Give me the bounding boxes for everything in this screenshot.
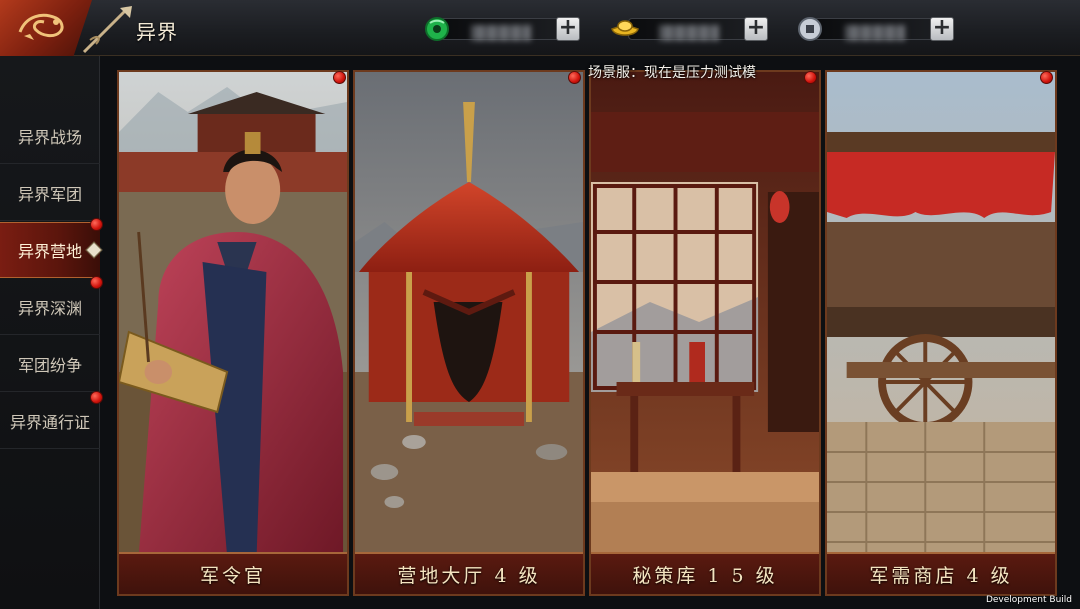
coin-resource: + (796, 15, 954, 43)
dragon-emblem (0, 0, 92, 56)
build-label: Development Build (985, 595, 1072, 605)
dragon-icon (18, 13, 64, 40)
officer-illustration (119, 72, 347, 556)
notification-dot (333, 71, 346, 84)
tent-illustration (355, 72, 583, 556)
card-label: 营地大厅 4 级 (397, 564, 541, 587)
add-gold-button[interactable]: + (744, 17, 768, 41)
library-illustration (591, 72, 819, 556)
notification-dot (1040, 71, 1053, 84)
spear-icon (82, 6, 132, 54)
copper-coin-icon (798, 17, 822, 41)
sidebar-item-legion[interactable]: 异界军团 (0, 165, 100, 221)
card-label-bar: 秘策库 1 5 级 (591, 552, 819, 594)
notification-dot (90, 391, 103, 404)
notification-dot (90, 218, 103, 231)
gold-resource: + (610, 15, 768, 43)
notification-dot (568, 71, 581, 84)
card-label-bar: 军需商店 4 级 (827, 552, 1055, 594)
card-label-bar: 营地大厅 4 级 (355, 552, 583, 594)
sidebar-item-abyss[interactable]: 异界深渊 (0, 279, 100, 335)
jade-resource: + (422, 15, 580, 43)
sidebar: 异界战场 异界军团 异界营地 异界深渊 军团纷争 异界通行证 (0, 56, 100, 609)
page-title: 异界 (136, 20, 178, 44)
card-camp-hall[interactable]: 营地大厅 4 级 (353, 70, 585, 596)
sidebar-item-pass[interactable]: 异界通行证 (0, 393, 100, 449)
server-notice: 场景服：现在是压力测试模 (588, 65, 756, 81)
gold-ingot-icon (611, 20, 639, 36)
card-label: 秘策库 1 5 级 (632, 564, 778, 587)
card-label-bar: 军令官 (119, 552, 347, 594)
card-strategy-library[interactable]: 秘策库 1 5 级 (589, 70, 821, 596)
notification-dot (90, 276, 103, 289)
card-officer[interactable]: 军令官 (117, 70, 349, 596)
sidebar-item-battlefield[interactable]: 异界战场 (0, 108, 100, 164)
shop-illustration (827, 72, 1055, 556)
card-label: 军需商店 4 级 (869, 564, 1013, 587)
add-jade-button[interactable]: + (556, 17, 580, 41)
sidebar-item-camp[interactable]: 异界营地 (0, 222, 100, 278)
notification-dot (804, 71, 817, 84)
sidebar-item-legion-war[interactable]: 军团纷争 (0, 336, 100, 392)
card-supply-shop[interactable]: 军需商店 4 级 (825, 70, 1057, 596)
top-bar: 异界 + + + (0, 0, 1080, 56)
card-label: 军令官 (199, 564, 266, 587)
add-coin-button[interactable]: + (930, 17, 954, 41)
jade-icon (425, 17, 449, 41)
